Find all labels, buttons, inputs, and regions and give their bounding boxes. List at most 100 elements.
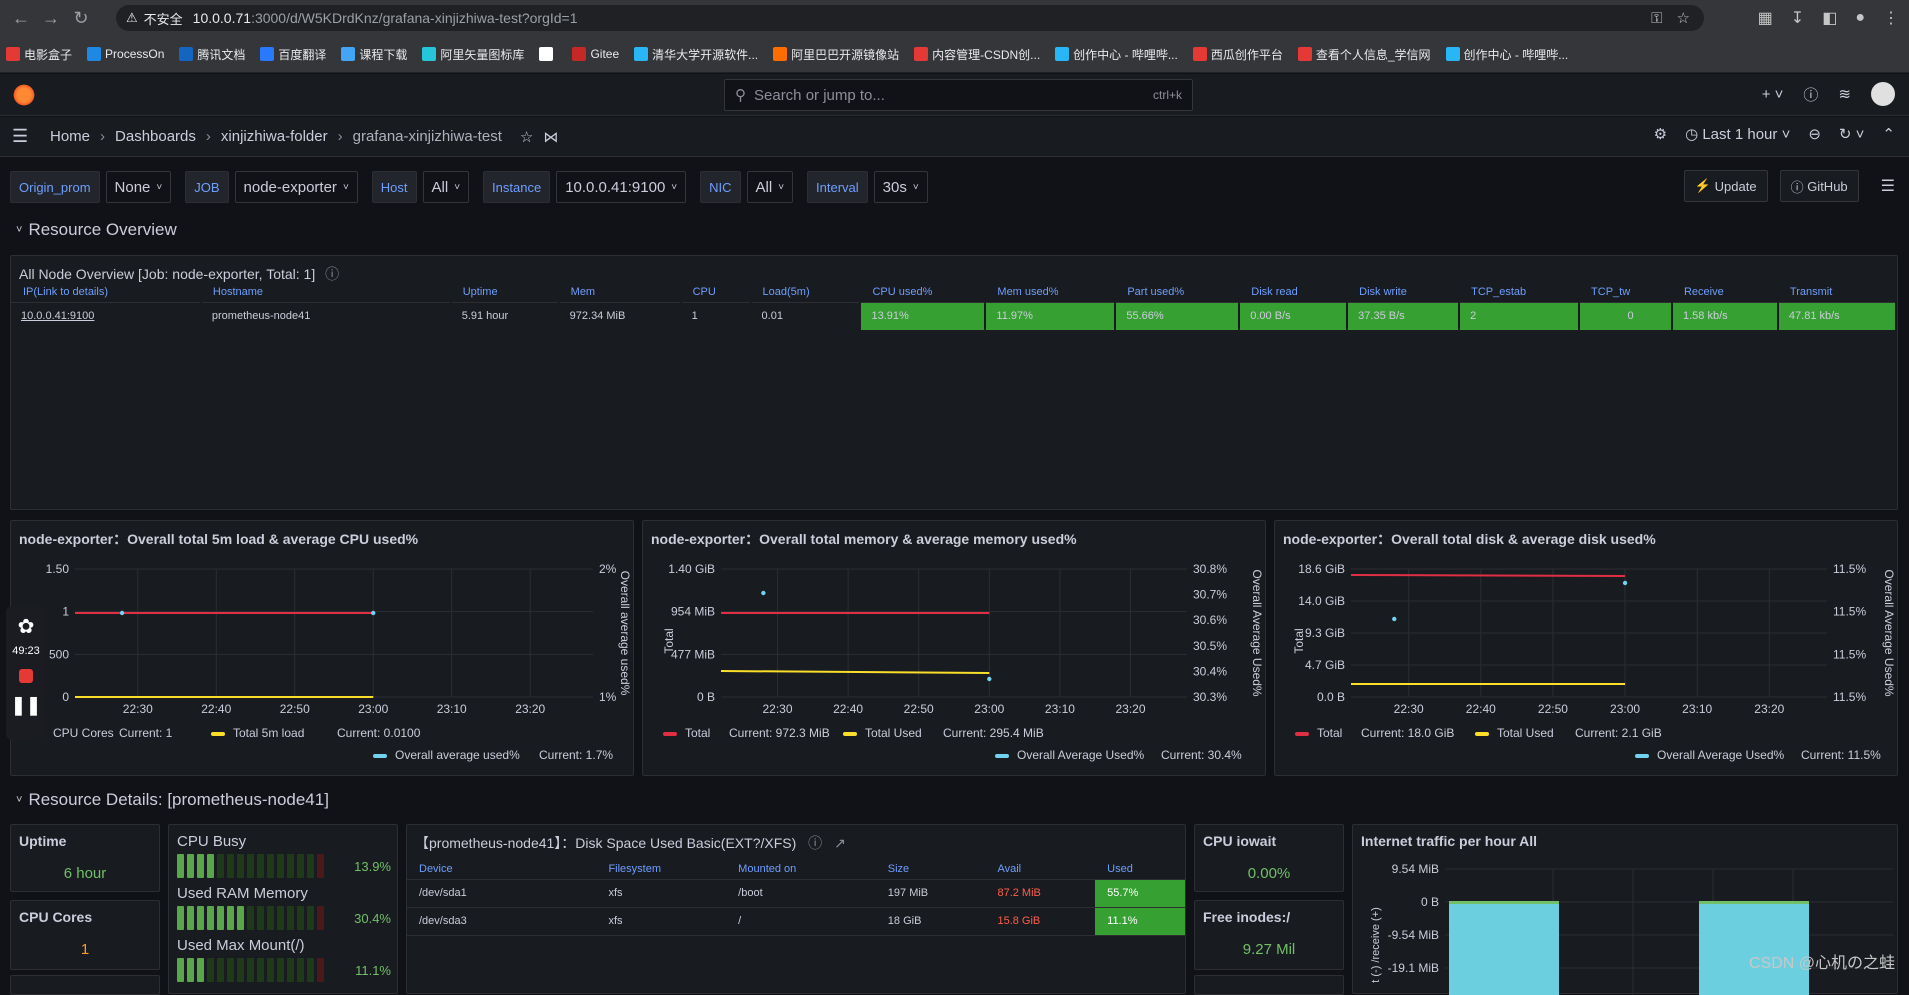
- column-header[interactable]: Disk write: [1347, 282, 1459, 302]
- column-header[interactable]: Size: [876, 859, 986, 879]
- add-icon[interactable]: + ˅: [1762, 86, 1784, 103]
- bookmark-item[interactable]: [539, 47, 557, 61]
- y-axis-label: Total: [1292, 628, 1306, 653]
- news-icon[interactable]: ≋: [1838, 85, 1851, 103]
- back-icon[interactable]: ←: [6, 3, 36, 33]
- grafana-logo-icon[interactable]: [12, 83, 36, 107]
- ai-icon[interactable]: ✿: [18, 614, 35, 639]
- menu-icon[interactable]: ⋮: [1883, 8, 1899, 28]
- pause-icon[interactable]: ❚❚: [11, 695, 41, 716]
- column-header[interactable]: Mem: [559, 282, 681, 302]
- chevron-down-icon: ˅: [671, 182, 677, 193]
- variable-select[interactable]: All˅: [423, 171, 470, 203]
- gauge-segment: [177, 854, 184, 878]
- search-input[interactable]: ⚲ Search or jump to... ctrl+k: [724, 79, 1193, 111]
- crumb-dashboard[interactable]: grafana-xinjizhiwa-test: [353, 128, 502, 145]
- gauge-segment: [267, 854, 274, 878]
- gauge-segment: [207, 958, 214, 982]
- column-header[interactable]: Uptime: [451, 282, 559, 302]
- variable-select[interactable]: 10.0.0.41:9100˅: [556, 171, 686, 203]
- bookmark-item[interactable]: 创作中心 - 哔哩哔...: [1055, 46, 1178, 63]
- info-icon[interactable]: ⓘ: [325, 266, 339, 282]
- bookmark-item[interactable]: 清华大学开源软件...: [634, 46, 758, 63]
- column-header[interactable]: Device: [407, 859, 596, 879]
- extensions-icon[interactable]: ▦: [1758, 8, 1773, 28]
- bookmark-item[interactable]: Gitee: [572, 47, 619, 61]
- dashboard-links-icon[interactable]: ☰: [1881, 176, 1895, 196]
- bookmark-item[interactable]: 课程下载: [341, 46, 407, 63]
- column-header[interactable]: Hostname: [201, 282, 451, 302]
- column-header[interactable]: IP(Link to details): [11, 282, 201, 302]
- bookmark-item[interactable]: 阿里矢量图标库: [422, 46, 524, 63]
- row-resource-overview[interactable]: ˅ Resource Overview: [16, 220, 177, 240]
- gauge-segment: [237, 958, 244, 982]
- column-header[interactable]: Transmit: [1778, 282, 1896, 302]
- bookmark-item[interactable]: 查看个人信息_学信网: [1298, 46, 1431, 63]
- column-header[interactable]: Used: [1095, 859, 1185, 879]
- share-icon[interactable]: ⋈: [543, 128, 558, 146]
- help-icon[interactable]: ⓘ: [1803, 84, 1818, 105]
- download-icon[interactable]: ↧: [1791, 8, 1804, 28]
- crumb-dashboards[interactable]: Dashboards: [115, 128, 196, 145]
- traffic-bar: [1699, 901, 1809, 904]
- gauge-segment: [307, 906, 314, 930]
- column-header[interactable]: Part used%: [1115, 282, 1239, 302]
- y-tick-label: 14.0 GiB: [1298, 594, 1345, 608]
- crumb-folder[interactable]: xinjizhiwa-folder: [221, 128, 328, 145]
- gauge-segment: [317, 958, 324, 982]
- github-button[interactable]: ⓘ GitHub: [1780, 170, 1859, 202]
- legend-series-name: Overall Average Used%: [1657, 748, 1785, 762]
- chevron-down-icon: ˅: [16, 794, 22, 806]
- reload-icon[interactable]: ↻: [66, 3, 96, 33]
- sidebar-icon[interactable]: ◧: [1822, 8, 1837, 28]
- variable-select[interactable]: None˅: [106, 171, 172, 203]
- variable-label: Instance: [483, 171, 550, 203]
- column-header[interactable]: CPU used%: [860, 282, 985, 302]
- bookmark-item[interactable]: 阿里巴巴开源镜像站: [773, 46, 899, 63]
- column-header[interactable]: Mounted on: [726, 859, 876, 879]
- avatar[interactable]: [1871, 82, 1895, 106]
- key-icon[interactable]: ⚿: [1651, 10, 1662, 27]
- external-link-icon[interactable]: ↗: [834, 835, 846, 851]
- row-resource-details[interactable]: ˅ Resource Details: [prometheus-node41]: [16, 790, 329, 810]
- column-header[interactable]: CPU: [681, 282, 751, 302]
- cpu-chart-panel: node-exporter：Overall total 5m load & av…: [10, 520, 634, 776]
- info-icon[interactable]: ⓘ: [808, 835, 822, 851]
- refresh-icon[interactable]: ↻ ˅: [1839, 125, 1865, 143]
- column-header[interactable]: TCP_tw: [1579, 282, 1672, 302]
- star-icon[interactable]: ☆: [1677, 9, 1690, 27]
- variable-select[interactable]: node-exporter˅: [235, 171, 358, 203]
- column-header[interactable]: Disk read: [1239, 282, 1347, 302]
- zoom-out-icon[interactable]: ⊖: [1808, 125, 1821, 143]
- data-point: [371, 611, 375, 615]
- crumb-home[interactable]: Home: [50, 128, 90, 145]
- time-picker[interactable]: ◷ Last 1 hour ˅: [1685, 125, 1790, 143]
- ip-link[interactable]: 10.0.0.41:9100: [11, 302, 201, 330]
- collapse-icon[interactable]: ⌃: [1882, 125, 1895, 143]
- profile-icon[interactable]: ●: [1855, 9, 1865, 27]
- row-title: Resource Details: [prometheus-node41]: [28, 790, 329, 810]
- forward-icon[interactable]: →: [36, 3, 66, 33]
- bookmark-item[interactable]: 西瓜创作平台: [1193, 46, 1283, 63]
- bookmark-item[interactable]: 腾讯文档: [179, 46, 245, 63]
- menu-toggle-icon[interactable]: ☰: [12, 126, 32, 147]
- column-header[interactable]: Receive: [1672, 282, 1778, 302]
- column-header[interactable]: Load(5m): [751, 282, 861, 302]
- record-stop-icon[interactable]: [19, 669, 33, 683]
- bookmark-item[interactable]: 百度翻译: [260, 46, 326, 63]
- bookmark-item[interactable]: ProcessOn: [87, 47, 164, 61]
- bookmark-item[interactable]: 创作中心 - 哔哩哔...: [1446, 46, 1569, 63]
- column-header[interactable]: Filesystem: [596, 859, 726, 879]
- column-header[interactable]: TCP_estab: [1459, 282, 1579, 302]
- bookmark-item[interactable]: 电影盒子: [6, 46, 72, 63]
- column-header[interactable]: Mem used%: [985, 282, 1115, 302]
- address-bar[interactable]: ⚠ 不安全 10.0.0.71:3000/d/W5KDrdKnz/grafana…: [116, 5, 1704, 31]
- favorite-star-icon[interactable]: ☆: [520, 128, 533, 146]
- column-header[interactable]: Avail: [985, 859, 1095, 879]
- variable-select[interactable]: All˅: [747, 171, 794, 203]
- gauge-bar: [177, 854, 324, 878]
- bookmark-item[interactable]: 内容管理-CSDN创...: [914, 46, 1040, 63]
- settings-gear-icon[interactable]: ⚙: [1654, 125, 1667, 143]
- update-button[interactable]: ⚡ Update: [1684, 170, 1768, 202]
- variable-select[interactable]: 30s˅: [874, 171, 928, 203]
